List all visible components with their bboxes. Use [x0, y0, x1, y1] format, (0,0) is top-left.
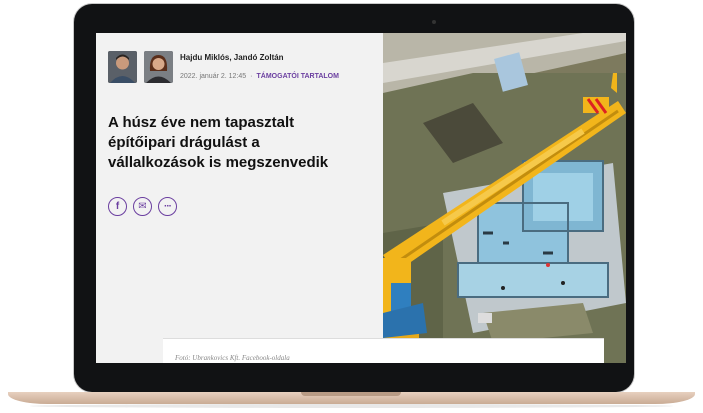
- laptop-notch: [301, 392, 401, 396]
- author-avatar[interactable]: [144, 51, 173, 83]
- meta-separator: ·: [250, 73, 253, 80]
- caption-box: Fotó: Ubrankovics Kft. Facebook-oldala: [163, 338, 604, 363]
- article-header-panel: Hajdu Miklós, Jandó Zoltán 2022. január …: [96, 33, 383, 363]
- photo-caption: Fotó: Ubrankovics Kft. Facebook-oldala: [175, 354, 290, 362]
- mail-share-icon[interactable]: ✉: [133, 197, 152, 216]
- webcam: [432, 20, 436, 24]
- article-headline: A húsz éve nem tapasztalt építőipari drá…: [108, 114, 329, 171]
- sponsored-tag[interactable]: Támogatói tartalom: [257, 73, 339, 80]
- article-date: 2022. január 2. 12:45: [180, 73, 247, 80]
- article-meta: 2022. január 2. 12:45 · Támogatói tartalom: [180, 71, 360, 83]
- author-avatar[interactable]: [108, 51, 137, 83]
- browser-screen: Hajdu Miklós, Jandó Zoltán 2022. január …: [96, 33, 626, 363]
- more-options-icon[interactable]: ···: [158, 197, 177, 216]
- article-authors[interactable]: Hajdu Miklós, Jandó Zoltán: [180, 53, 284, 62]
- construction-site-photo: [383, 33, 626, 363]
- facebook-share-icon[interactable]: f: [108, 197, 127, 216]
- laptop-shadow: [30, 404, 673, 408]
